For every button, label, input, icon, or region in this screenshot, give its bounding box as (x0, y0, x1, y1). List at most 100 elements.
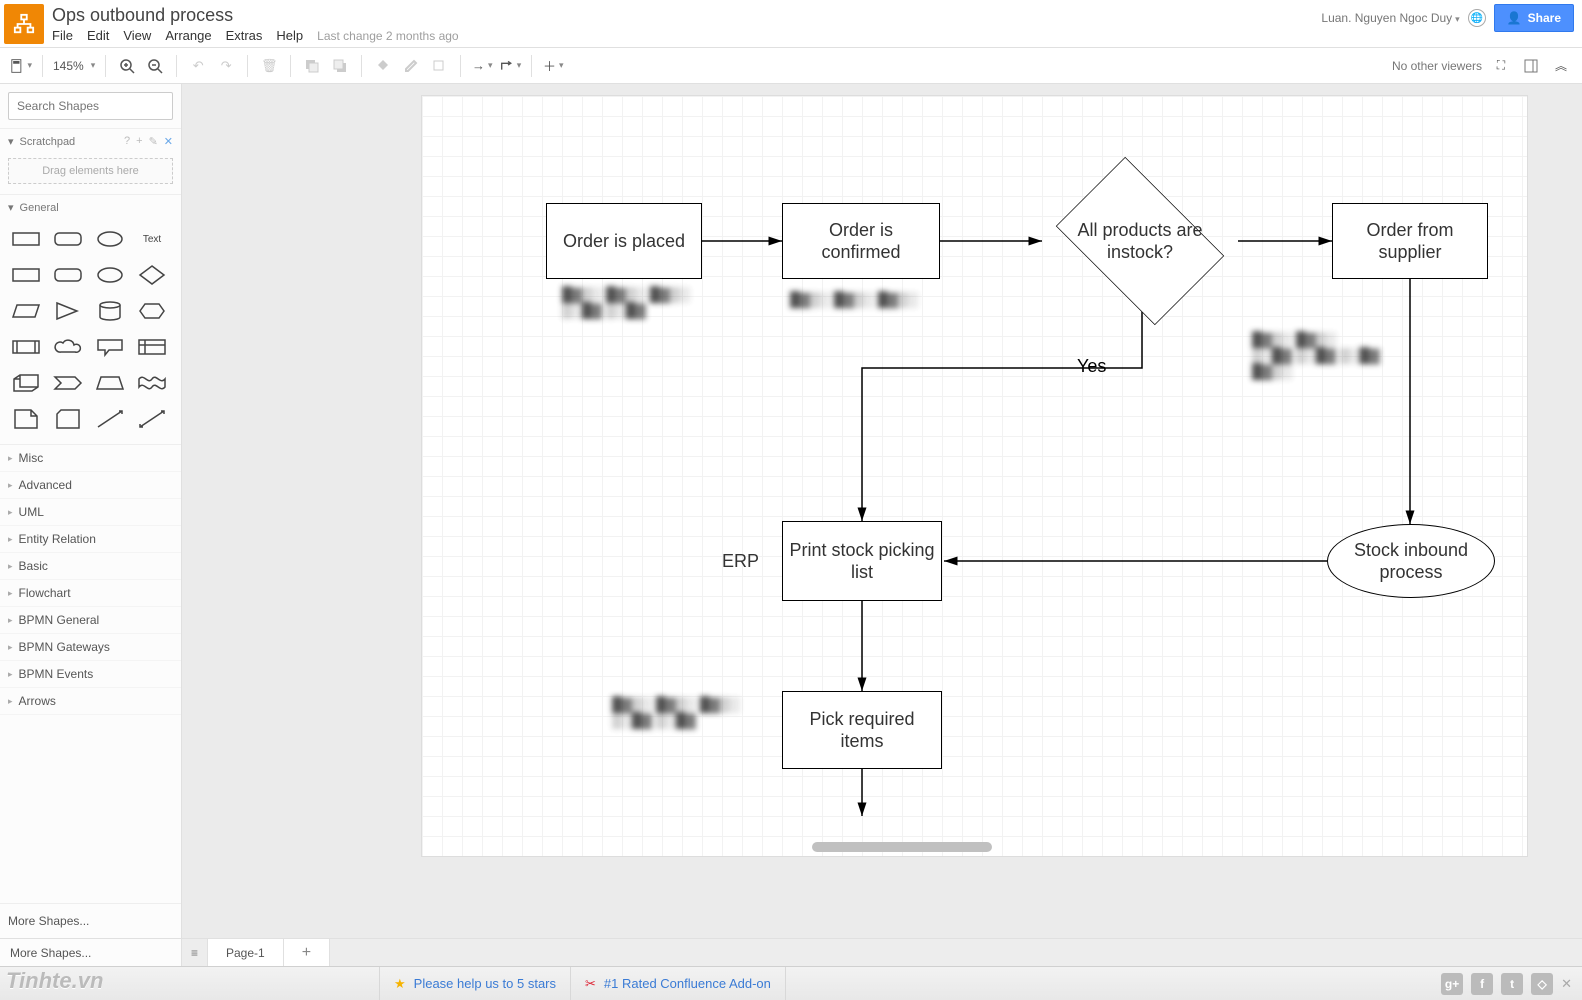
zoom-dropdown[interactable]: 145% (53, 59, 95, 73)
shadow-icon[interactable] (428, 55, 450, 77)
lib-item[interactable]: UML (0, 499, 181, 526)
shape-step[interactable] (50, 368, 86, 398)
footer-addon-link[interactable]: ✂ #1 Rated Confluence Add-on (571, 967, 786, 1000)
menu-help[interactable]: Help (276, 28, 303, 43)
delete-icon[interactable]: 🗑 (258, 55, 280, 77)
scratchpad-edit-icon[interactable]: ✎ (149, 135, 158, 148)
shape-hexagon[interactable] (134, 296, 170, 326)
shape-text[interactable]: Text (134, 224, 170, 254)
shape-card[interactable] (50, 404, 86, 434)
document-title[interactable]: Ops outbound process (52, 4, 459, 26)
lib-item[interactable]: Flowchart (0, 580, 181, 607)
shape-rect[interactable] (8, 224, 44, 254)
social-gplus-icon[interactable]: g+ (1441, 973, 1463, 995)
redo-icon[interactable]: ↷ (215, 55, 237, 77)
annotation-blurred: █▓▒░ █▓▒░▒░█▓ ▒░█▓ ▒░█▓█▓▒░ (1252, 331, 1412, 379)
search-shapes-input[interactable]: 🔍 (8, 92, 173, 120)
node-order-placed[interactable]: Order is placed (546, 203, 702, 279)
scratchpad-add-icon[interactable]: + (136, 135, 142, 148)
shape-parallelogram[interactable] (8, 296, 44, 326)
shape-internal-storage[interactable] (134, 332, 170, 362)
canvas-area[interactable]: Order is placed Order is confirmed All p… (182, 84, 1582, 938)
shape-ellipse2[interactable] (92, 260, 128, 290)
scratchpad-dropzone[interactable]: Drag elements here (8, 158, 173, 184)
lib-item[interactable]: Misc (0, 445, 181, 472)
scratchpad-close-icon[interactable]: ✕ (164, 135, 173, 148)
line-color-icon[interactable] (400, 55, 422, 77)
more-shapes-link[interactable]: More Shapes... (0, 903, 181, 938)
node-all-instock[interactable]: All products are instock? (1040, 171, 1240, 311)
node-all-instock-label: All products are instock? (1040, 171, 1240, 311)
person-icon: 👤 (1507, 11, 1522, 25)
menu-edit[interactable]: Edit (87, 28, 109, 43)
shape-roundrect2[interactable] (50, 260, 86, 290)
node-print-picklist[interactable]: Print stock picking list (782, 521, 942, 601)
lib-item[interactable]: BPMN Events (0, 661, 181, 688)
shape-cloud[interactable] (50, 332, 86, 362)
menu-view[interactable]: View (123, 28, 151, 43)
to-front-icon[interactable] (301, 55, 323, 77)
annotation-erp[interactable]: ERP (722, 551, 759, 572)
shape-cube[interactable] (8, 368, 44, 398)
shape-rect2[interactable] (8, 260, 44, 290)
shape-line-bidir[interactable] (134, 404, 170, 434)
drawio-logo[interactable] (4, 4, 44, 44)
node-pick-items[interactable]: Pick required items (782, 691, 942, 769)
more-shapes-footer[interactable]: More Shapes... (0, 939, 182, 966)
shape-diamond[interactable] (134, 260, 170, 290)
scratchpad-header[interactable]: ▾Scratchpad ? + ✎ ✕ (0, 128, 181, 154)
shape-ellipse[interactable] (92, 224, 128, 254)
lib-item[interactable]: BPMN General (0, 607, 181, 634)
shape-note[interactable] (8, 404, 44, 434)
tab-page-1[interactable]: Page-1 (208, 939, 284, 966)
fullscreen-icon[interactable]: ⛶ (1490, 55, 1512, 77)
undo-icon[interactable]: ↶ (187, 55, 209, 77)
node-stock-inbound[interactable]: Stock inbound process (1327, 524, 1495, 598)
menu-arrange[interactable]: Arrange (165, 28, 211, 43)
zoom-out-icon[interactable] (144, 55, 166, 77)
waypoint-style-icon[interactable] (499, 55, 521, 77)
connection-style-icon[interactable]: → (471, 55, 493, 77)
tab-add-page[interactable]: + (284, 939, 330, 966)
shape-roundrect[interactable] (50, 224, 86, 254)
lib-item[interactable]: Basic (0, 553, 181, 580)
footer-rate-label: Please help us to 5 stars (414, 976, 556, 991)
search-input-field[interactable] (9, 99, 180, 113)
general-section-header[interactable]: ▾General (0, 194, 181, 220)
shape-tape[interactable] (134, 368, 170, 398)
shape-callout[interactable] (92, 332, 128, 362)
lib-item[interactable]: Entity Relation (0, 526, 181, 553)
node-order-supplier[interactable]: Order from supplier (1332, 203, 1488, 279)
social-twitter-icon[interactable]: t (1501, 973, 1523, 995)
footer-close-icon[interactable]: ✕ (1561, 976, 1572, 992)
share-button[interactable]: 👤 Share (1494, 4, 1574, 32)
user-menu[interactable]: Luan. Nguyen Ngoc Duy (1321, 11, 1459, 25)
footer-rate-link[interactable]: ★ Please help us to 5 stars (380, 967, 571, 1000)
lib-item[interactable]: BPMN Gateways (0, 634, 181, 661)
node-order-confirmed[interactable]: Order is confirmed (782, 203, 940, 279)
collapse-toolbar-icon[interactable]: ︽ (1550, 55, 1572, 77)
lib-item[interactable]: Arrows (0, 688, 181, 715)
shape-triangle[interactable] (50, 296, 86, 326)
shape-trapezoid[interactable] (92, 368, 128, 398)
page-setup-button[interactable] (10, 55, 32, 77)
shape-cylinder[interactable] (92, 296, 128, 326)
diagram-page[interactable]: Order is placed Order is confirmed All p… (422, 96, 1527, 856)
menu-file[interactable]: File (52, 28, 73, 43)
zoom-in-icon[interactable] (116, 55, 138, 77)
menu-extras[interactable]: Extras (226, 28, 263, 43)
edge-label-yes[interactable]: Yes (1077, 356, 1106, 377)
social-github-icon[interactable]: ◇ (1531, 973, 1553, 995)
pages-menu-icon[interactable]: ≡ (182, 939, 208, 966)
horizontal-scrollbar[interactable] (812, 842, 992, 852)
scratchpad-help-icon[interactable]: ? (124, 135, 130, 148)
social-facebook-icon[interactable]: f (1471, 973, 1493, 995)
insert-menu-icon[interactable]: ＋ (542, 55, 564, 77)
format-panel-icon[interactable] (1520, 55, 1542, 77)
globe-icon[interactable]: 🌐 (1468, 9, 1486, 27)
lib-item[interactable]: Advanced (0, 472, 181, 499)
fill-color-icon[interactable] (372, 55, 394, 77)
shape-process[interactable] (8, 332, 44, 362)
shape-line-arrow[interactable] (92, 404, 128, 434)
to-back-icon[interactable] (329, 55, 351, 77)
